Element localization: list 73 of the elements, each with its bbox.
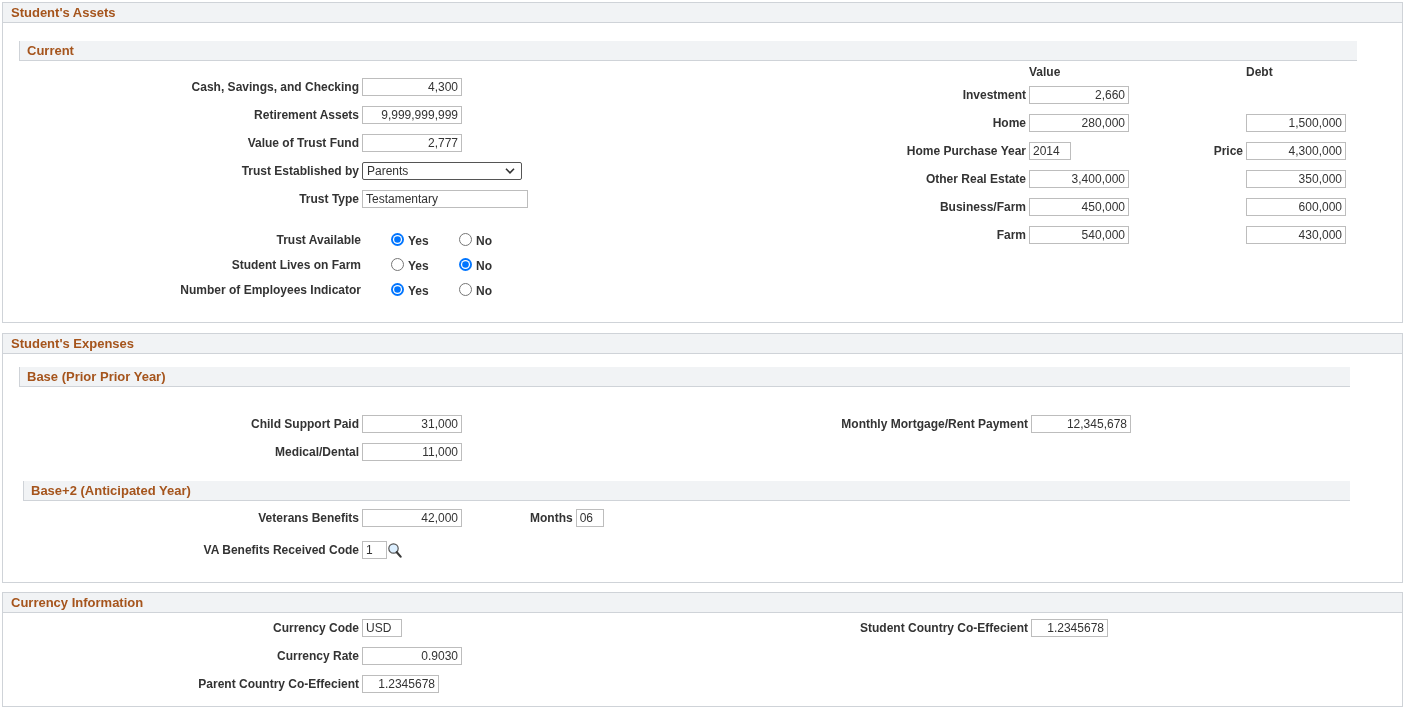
input-field[interactable]: 1,500,000	[1246, 114, 1346, 132]
dropdown[interactable]: Parents	[362, 162, 522, 180]
field-label: Farm	[996, 228, 1026, 242]
radio-button[interactable]	[391, 283, 404, 296]
chevron-down-icon	[505, 168, 515, 174]
input-field[interactable]: 3,400,000	[1029, 170, 1129, 188]
field-label: Student Country Co-Effecient	[860, 621, 1028, 635]
input-field[interactable]: 2,777	[362, 134, 462, 152]
subsection-header: Current	[19, 41, 1357, 61]
field-label: Currency Rate	[276, 649, 359, 663]
field-label: Investment	[962, 88, 1026, 102]
field-label: Business/Farm	[939, 200, 1026, 214]
input-field[interactable]: 280,000	[1029, 114, 1129, 132]
input-field[interactable]: 0.9030	[362, 647, 462, 665]
input-field[interactable]: 31,000	[362, 415, 462, 433]
radio-button[interactable]	[459, 283, 472, 296]
column-header: Debt	[1246, 65, 1273, 79]
field-label: Home Purchase Year	[906, 144, 1026, 158]
radio-label: No	[476, 234, 492, 248]
input-field[interactable]: 600,000	[1246, 198, 1346, 216]
input-field[interactable]: 430,000	[1246, 226, 1346, 244]
radio-button[interactable]	[391, 233, 404, 246]
section-header: Student's Expenses	[3, 334, 1402, 354]
input-field[interactable]: 540,000	[1029, 226, 1129, 244]
radio-label: No	[476, 284, 492, 298]
field-label: Cash, Savings, and Checking	[191, 80, 359, 94]
subsection-header: Base (Prior Prior Year)	[19, 367, 1350, 387]
input-field[interactable]: 4,300,000	[1246, 142, 1346, 160]
field-label: Value of Trust Fund	[247, 136, 359, 150]
section-header: Currency Information	[3, 593, 1402, 613]
field-label: Number of Employees Indicator	[180, 282, 361, 297]
field-label: Student Lives on Farm	[231, 257, 361, 272]
field-label: Home	[992, 116, 1026, 130]
input-field[interactable]: 12,345,678	[1031, 415, 1131, 433]
input-field[interactable]: 1.2345678	[362, 675, 439, 693]
input-field[interactable]: 42,000	[362, 509, 462, 527]
field-label: Retirement Assets	[254, 108, 359, 122]
input-field[interactable]: 9,999,999,999	[362, 106, 462, 124]
input-field[interactable]: 1.2345678	[1031, 619, 1108, 637]
field-label: Medical/Dental	[274, 445, 359, 459]
radio-label: Yes	[408, 234, 429, 248]
input-field[interactable]: 11,000	[362, 443, 462, 461]
field-label: Other Real Estate	[925, 172, 1026, 186]
input-field[interactable]: 2014	[1029, 142, 1071, 160]
input-field[interactable]: 350,000	[1246, 170, 1346, 188]
search-icon[interactable]	[388, 542, 402, 558]
radio-label: Yes	[408, 259, 429, 273]
radio-label: No	[476, 259, 492, 273]
field-label: Trust Available	[276, 232, 361, 247]
radio-button[interactable]	[459, 233, 472, 246]
field-label: Price	[1213, 144, 1243, 158]
column-header: Value	[1029, 65, 1061, 79]
field-label: Child Support Paid	[251, 417, 359, 431]
input-field[interactable]: 2,660	[1029, 86, 1129, 104]
field-label: Monthly Mortgage/Rent Payment	[841, 417, 1028, 431]
field-label: Veterans Benefits	[258, 511, 359, 525]
radio-button[interactable]	[391, 258, 404, 271]
field-label: Months	[530, 511, 573, 525]
input-field[interactable]: 1	[362, 541, 387, 559]
input-field[interactable]: 06	[575, 509, 604, 527]
input-field[interactable]: 450,000	[1029, 198, 1129, 216]
subsection-header: Base+2 (Anticipated Year)	[23, 481, 1350, 501]
input-field[interactable]: Testamentary	[362, 190, 528, 208]
field-label: Trust Type	[299, 192, 359, 206]
radio-button[interactable]	[459, 258, 472, 271]
input-field[interactable]: USD	[362, 619, 403, 637]
field-label: VA Benefits Received Code	[203, 543, 359, 557]
radio-label: Yes	[408, 284, 429, 298]
field-label: Trust Established by	[241, 164, 359, 178]
field-label: Parent Country Co-Effecient	[198, 677, 359, 691]
input-field[interactable]: 4,300	[362, 78, 462, 96]
field-label: Currency Code	[272, 621, 359, 635]
section-header: Student's Assets	[3, 3, 1402, 23]
